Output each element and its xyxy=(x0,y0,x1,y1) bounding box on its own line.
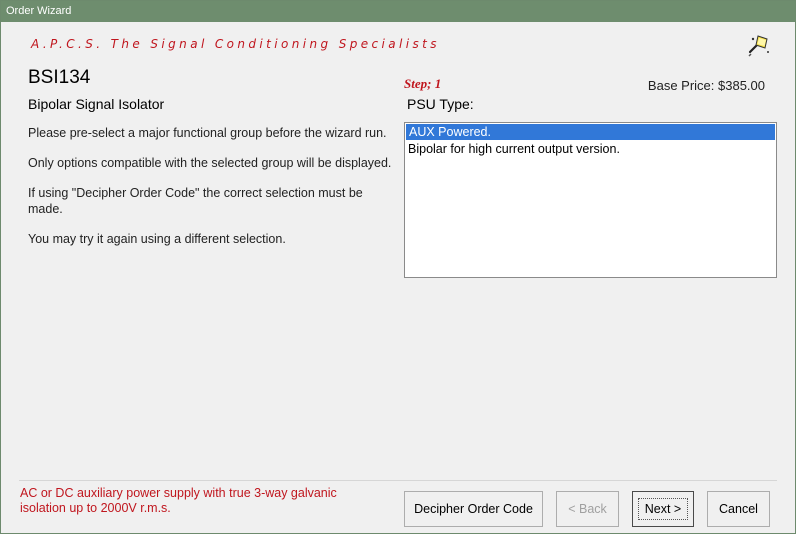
cancel-button[interactable]: Cancel xyxy=(707,491,770,527)
instruction-paragraph: You may try it again using a different s… xyxy=(28,232,286,246)
instruction-paragraph: Please pre-select a major functional gro… xyxy=(28,126,387,140)
next-button-label: Next > xyxy=(637,498,689,520)
window-title: Order Wizard xyxy=(1,1,795,22)
decipher-order-code-button[interactable]: Decipher Order Code xyxy=(404,491,543,527)
instructions-text: Please pre-select a major functional gro… xyxy=(28,125,394,261)
next-button[interactable]: Next > xyxy=(632,491,694,527)
brand-tagline: A.P.C.S. The Signal Conditioning Special… xyxy=(31,37,440,51)
back-button[interactable]: < Back xyxy=(556,491,619,527)
option-description: AC or DC auxiliary power supply with tru… xyxy=(20,486,337,515)
step-label: Step; 1 xyxy=(404,76,442,91)
product-code: BSI134 xyxy=(28,67,91,88)
list-item-bipolar-high-current[interactable]: Bipolar for high current output version. xyxy=(405,141,776,158)
product-name: Bipolar Signal Isolator xyxy=(28,96,165,112)
footer-divider xyxy=(19,480,777,481)
instruction-paragraph: Only options compatible with the selecte… xyxy=(28,156,392,170)
instruction-paragraph: If using "Decipher Order Code" the corre… xyxy=(28,186,363,216)
wizard-icon xyxy=(748,35,769,57)
psu-type-listbox[interactable]: AUX Powered. Bipolar for high current ou… xyxy=(404,122,777,278)
option-group-title: PSU Type: xyxy=(407,96,474,112)
order-wizard-window: Order Wizard A.P.C.S. The Signal Conditi… xyxy=(0,0,796,534)
list-item-aux-powered[interactable]: AUX Powered. xyxy=(406,124,775,140)
base-price: Base Price: $385.00 xyxy=(647,78,765,93)
